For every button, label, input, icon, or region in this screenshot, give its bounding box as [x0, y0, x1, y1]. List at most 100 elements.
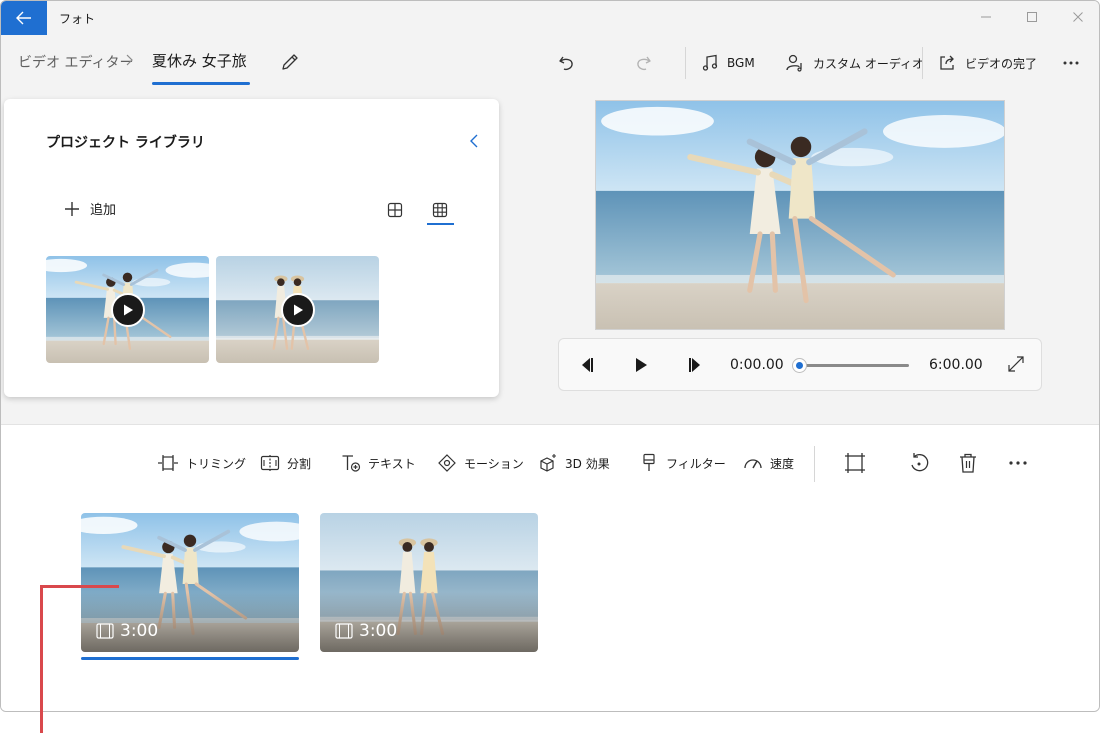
clip-selection-indicator	[81, 657, 299, 660]
project-title: 夏休み 女子旅	[152, 52, 247, 70]
project-library-panel: プロジェクト ライブラリ 追加	[4, 99, 499, 397]
split-label: 分割	[287, 456, 312, 471]
chevron-right-icon	[125, 54, 133, 66]
toolbar-divider	[922, 47, 923, 79]
library-title: プロジェクト ライブラリ	[46, 135, 205, 151]
motion-label: モーション	[464, 456, 524, 471]
maximize-button[interactable]	[1009, 6, 1055, 28]
storyboard-clip[interactable]: 3:00	[320, 513, 538, 652]
film-strip-icon	[335, 623, 353, 639]
add-media-label: 追加	[90, 203, 117, 218]
finish-video-label: ビデオの完了	[965, 56, 1038, 71]
grid-small-icon	[432, 202, 448, 218]
collapse-library-button[interactable]	[469, 133, 479, 149]
photos-app-window: フォト ビデオ エディター 夏休み 女子旅 BGM カスタム オーディオ ビデオ…	[0, 0, 1100, 712]
breadcrumb-video-editor[interactable]: ビデオ エディター	[18, 52, 133, 72]
rename-project-button[interactable]	[280, 52, 300, 72]
small-grid-view-button[interactable]	[429, 199, 451, 221]
preview-frame	[596, 101, 1005, 330]
toolbar-divider	[685, 47, 686, 79]
library-item[interactable]	[216, 256, 379, 363]
expand-icon	[1008, 356, 1024, 372]
large-grid-view-button[interactable]	[384, 199, 406, 221]
music-note-icon	[702, 54, 718, 71]
split-button[interactable]: 分割	[260, 452, 311, 474]
chevron-left-icon	[470, 134, 478, 148]
resize-frame-icon	[845, 453, 865, 473]
film-strip-icon	[96, 623, 114, 639]
close-button[interactable]	[1055, 6, 1099, 28]
seek-bar[interactable]	[799, 364, 909, 367]
trim-icon	[158, 455, 178, 471]
cube-sparkle-icon	[540, 454, 556, 472]
fullscreen-button[interactable]	[1007, 355, 1025, 373]
delete-button[interactable]	[958, 452, 978, 474]
more-horizontal-icon	[1009, 461, 1027, 465]
more-horizontal-icon	[1063, 61, 1079, 65]
filter-button[interactable]: フィルター	[641, 452, 726, 474]
play-icon	[280, 292, 315, 327]
text-add-icon	[342, 455, 361, 472]
library-item[interactable]	[46, 256, 209, 363]
total-time: 6:00.00	[929, 357, 983, 373]
share-export-icon	[940, 55, 954, 70]
crop-resize-button[interactable]	[844, 452, 866, 474]
step-back-icon	[582, 358, 593, 372]
text-label: テキスト	[368, 456, 416, 471]
arrow-left-icon	[16, 11, 31, 25]
split-icon	[260, 455, 280, 471]
custom-audio-label: カスタム オーディオ	[813, 56, 924, 71]
more-options-button[interactable]	[1061, 49, 1081, 77]
close-icon	[1073, 12, 1083, 22]
redo-icon	[637, 56, 651, 71]
previous-frame-button[interactable]	[577, 355, 597, 375]
storyboard-clip[interactable]: 3:00	[81, 513, 299, 652]
project-title-underline	[152, 82, 250, 85]
motion-button[interactable]: モーション	[437, 452, 524, 474]
active-view-indicator	[427, 223, 454, 225]
current-time: 0:00.00	[730, 357, 784, 373]
play-button[interactable]	[631, 355, 651, 375]
video-preview	[595, 100, 1005, 330]
speed-label: 速度	[770, 456, 795, 471]
callout-line	[40, 585, 43, 733]
back-button[interactable]	[1, 1, 47, 35]
text-button[interactable]: テキスト	[341, 452, 416, 474]
pencil-icon	[282, 54, 298, 70]
filter-label: フィルター	[666, 456, 726, 471]
playback-controls: 0:00.00 6:00.00	[558, 338, 1042, 391]
title-bar: フォト	[1, 1, 1099, 35]
storyboard-more-button[interactable]	[1007, 452, 1029, 474]
speedometer-icon	[744, 459, 762, 469]
rotate-button[interactable]	[908, 452, 930, 474]
grid-large-icon	[387, 202, 403, 218]
bgm-label: BGM	[727, 56, 755, 70]
minimize-button[interactable]	[963, 6, 1009, 28]
undo-button[interactable]	[557, 49, 577, 77]
trim-button[interactable]: トリミング	[157, 452, 246, 474]
3d-effects-button[interactable]: 3D 効果	[538, 452, 610, 474]
redo-button[interactable]	[633, 49, 653, 77]
play-icon	[110, 292, 145, 327]
clip-duration-text: 3:00	[359, 621, 398, 641]
undo-icon	[559, 56, 573, 71]
clip-duration: 3:00	[96, 621, 158, 641]
trash-icon	[960, 453, 976, 473]
paintbrush-icon	[643, 453, 655, 471]
3d-effects-label: 3D 効果	[565, 456, 610, 471]
clip-duration: 3:00	[335, 621, 397, 641]
speed-button[interactable]: 速度	[743, 452, 794, 474]
custom-audio-button[interactable]: カスタム オーディオ	[785, 49, 924, 77]
add-media-button[interactable]: 追加	[64, 199, 116, 218]
motion-icon	[438, 454, 456, 472]
rotate-icon	[911, 453, 929, 472]
person-music-icon	[786, 54, 802, 72]
finish-video-button[interactable]: ビデオの完了	[937, 49, 1037, 77]
seek-thumb[interactable]	[792, 358, 807, 373]
trim-label: トリミング	[186, 456, 247, 471]
storyboard-panel: トリミング 分割 テキスト モーション 3D 効果 フィルター 速度 3:00 …	[1, 424, 1099, 711]
callout-line	[40, 585, 119, 588]
bgm-button[interactable]: BGM	[701, 49, 755, 77]
next-frame-button[interactable]	[685, 355, 705, 375]
clip-duration-text: 3:00	[120, 621, 159, 641]
